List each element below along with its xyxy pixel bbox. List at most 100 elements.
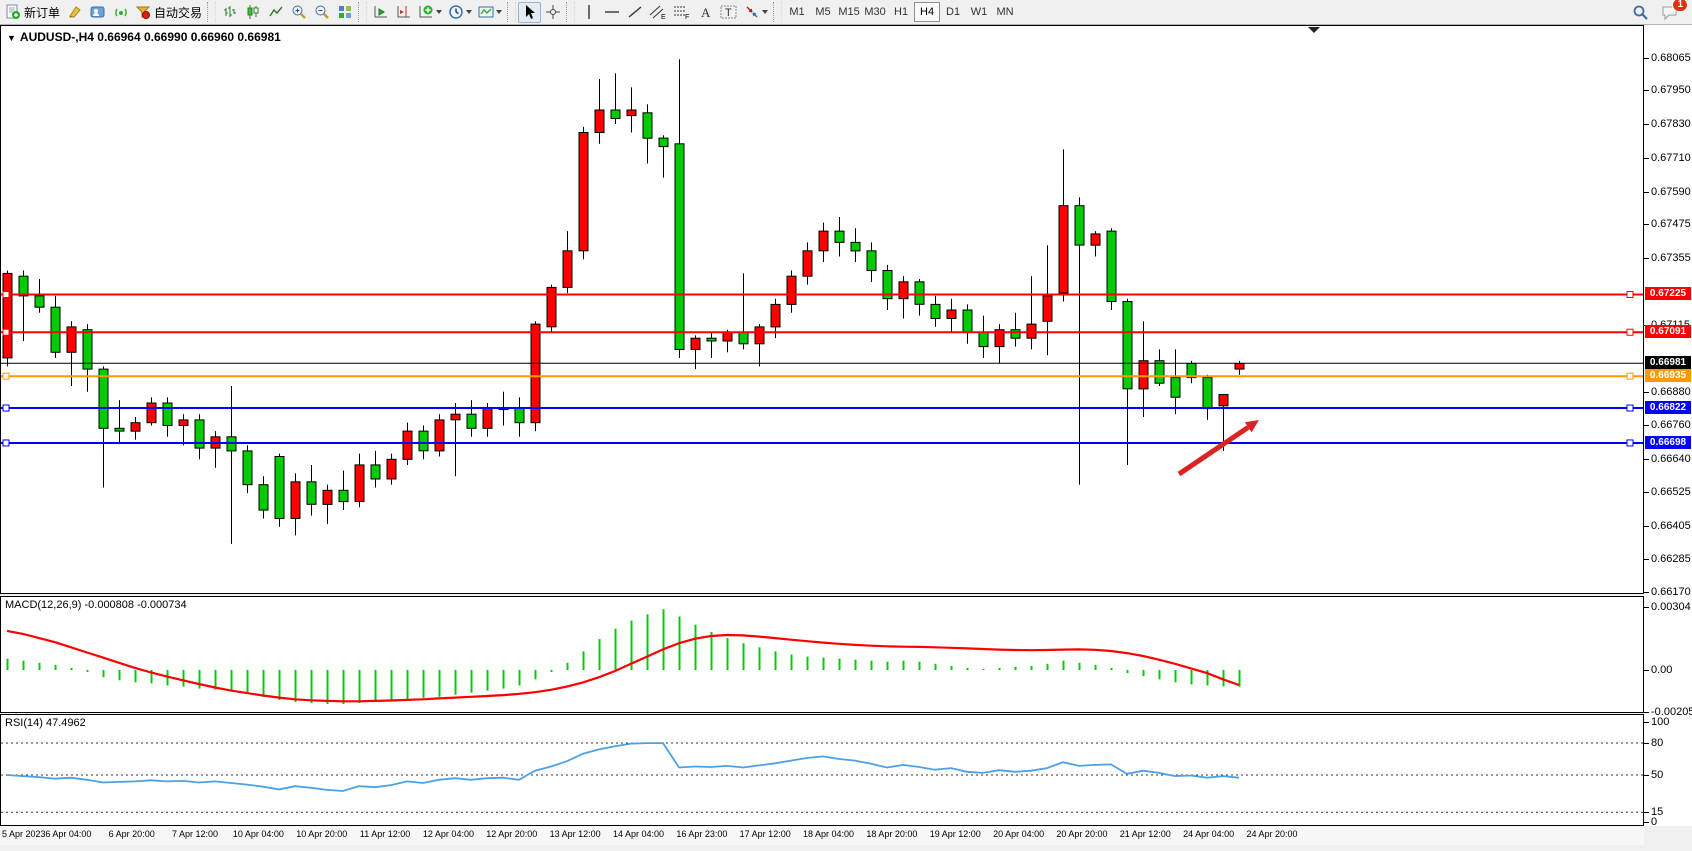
periods-button[interactable]	[445, 2, 475, 23]
timeframe-button-h4[interactable]: H4	[914, 2, 940, 22]
axis-tick-label: 0.66880	[1651, 386, 1691, 398]
chart-title-symbol: AUDUSD-,H4	[20, 30, 94, 44]
axis-tick-mark	[1644, 822, 1649, 823]
toolbar-separator	[566, 2, 575, 22]
axis-tick-mark	[1644, 670, 1649, 671]
time-axis-label: 7 Apr 12:00	[172, 829, 218, 839]
fibo-button[interactable]: F	[670, 2, 694, 23]
timeframe-bar: M1M5M15M30H1H4D1W1MN	[784, 2, 1018, 22]
candle-body	[243, 451, 252, 485]
rsi-tick-label: 100	[1651, 716, 1669, 728]
notifications-button[interactable]: 1	[1658, 2, 1682, 23]
autotrade-label: 自动交易	[154, 4, 202, 21]
axis-tick-mark	[1644, 492, 1649, 493]
macd-signal-line	[7, 631, 1239, 701]
candle-body	[467, 414, 476, 428]
candle-body	[867, 251, 876, 271]
zoom-in-button[interactable]	[287, 2, 310, 23]
cursor-button[interactable]	[518, 2, 541, 23]
axis-tick-label: 0.68065	[1651, 52, 1691, 64]
timeframe-button-mn[interactable]: MN	[992, 2, 1018, 22]
new-order-button[interactable]: 新订单	[2, 2, 63, 23]
timeframe-button-h1[interactable]: H1	[888, 2, 914, 22]
price-axis[interactable]: 0.680650.679500.678300.677100.675900.674…	[1644, 25, 1692, 826]
rsi-panel[interactable]: RSI(14) 47.4962	[0, 714, 1644, 826]
axis-tick-mark	[1644, 592, 1649, 593]
timeframe-button-m1[interactable]: M1	[784, 2, 810, 22]
fibo-icon: F	[673, 4, 691, 20]
candle-body	[451, 414, 460, 420]
signals-icon	[113, 4, 129, 20]
candle-body	[307, 482, 316, 505]
candle-body	[371, 465, 380, 479]
time-axis-label: 13 Apr 12:00	[550, 829, 601, 839]
candle-body	[659, 138, 668, 147]
time-axis-label: 14 Apr 04:00	[613, 829, 664, 839]
channel-button[interactable]: E	[646, 2, 670, 23]
line-chart-button[interactable]	[264, 2, 287, 23]
indicators-icon	[418, 4, 434, 20]
candle-body	[1059, 206, 1068, 293]
time-axis-label: 6 Apr 04:00	[45, 829, 91, 839]
level-price-label: 0.66935	[1645, 369, 1691, 382]
autotrade-button[interactable]: 自动交易	[132, 2, 205, 23]
profiles-button[interactable]	[86, 2, 109, 23]
candle-body	[515, 409, 524, 423]
candle-body	[1235, 364, 1244, 370]
candlestick-plot	[1, 26, 1643, 593]
vertical-line-button[interactable]	[577, 2, 600, 23]
autoscroll-button[interactable]	[369, 2, 392, 23]
template-icon	[478, 4, 494, 20]
axis-tick-label: 0.66170	[1651, 586, 1691, 598]
candle-body	[3, 273, 12, 358]
text-button[interactable]: A	[694, 2, 717, 23]
tile-windows-button[interactable]	[333, 2, 356, 23]
rsi-value: 47.4962	[46, 717, 86, 729]
axis-tick-mark	[1644, 607, 1649, 608]
candle-body	[1043, 296, 1052, 321]
signals-button[interactable]	[109, 2, 132, 23]
candle-body	[275, 457, 284, 519]
trendline-button[interactable]	[623, 2, 646, 23]
text-label-button[interactable]: T	[717, 2, 741, 23]
time-axis[interactable]: 5 Apr 20236 Apr 04:006 Apr 20:007 Apr 12…	[0, 826, 1644, 845]
level-price-label: 0.67091	[1645, 325, 1691, 338]
axis-tick-mark	[1644, 258, 1649, 259]
timeframe-button-m30[interactable]: M30	[862, 2, 888, 22]
candle-body	[163, 403, 172, 426]
line-anchor	[3, 329, 9, 335]
crosshair-button[interactable]	[541, 2, 564, 23]
chart-shift-button[interactable]	[392, 2, 415, 23]
candle-body	[67, 327, 76, 352]
candle-body	[35, 296, 44, 307]
axis-tick-mark	[1644, 722, 1649, 723]
level-price-label: 0.66822	[1645, 401, 1691, 414]
time-axis-label: 18 Apr 20:00	[866, 829, 917, 839]
price-chart-panel[interactable]: ▼AUDUSD-,H4 0.66964 0.66990 0.66960 0.66…	[0, 25, 1644, 594]
styler-button[interactable]	[63, 2, 86, 23]
timeframe-button-w1[interactable]: W1	[966, 2, 992, 22]
candles-chart-button[interactable]	[241, 2, 264, 23]
timeframe-button-d1[interactable]: D1	[940, 2, 966, 22]
indicators-button[interactable]	[415, 2, 445, 23]
timeframe-button-m15[interactable]: M15	[836, 2, 862, 22]
templates-button[interactable]	[475, 2, 505, 23]
axis-tick-mark	[1644, 158, 1649, 159]
horizontal-line-button[interactable]	[600, 2, 623, 23]
candle-body	[1219, 395, 1228, 406]
macd-panel[interactable]: MACD(12,26,9) -0.000808 -0.000734	[0, 596, 1644, 713]
level-price-label: 0.67225	[1645, 287, 1691, 300]
axis-tick-label: 0.66285	[1651, 553, 1691, 565]
candle-body	[1027, 324, 1036, 338]
candle-body	[51, 307, 60, 352]
candle-body	[643, 113, 652, 138]
time-axis-label: 12 Apr 04:00	[423, 829, 474, 839]
chart-title-quotes: 0.66964 0.66990 0.66960 0.66981	[97, 30, 281, 44]
timeframe-button-m5[interactable]: M5	[810, 2, 836, 22]
search-button[interactable]	[1629, 2, 1652, 23]
zoom-out-button[interactable]	[310, 2, 333, 23]
arrows-button[interactable]	[741, 2, 771, 23]
line-chart-icon	[268, 4, 284, 20]
candle-body	[547, 287, 556, 326]
bars-chart-button[interactable]	[218, 2, 241, 23]
